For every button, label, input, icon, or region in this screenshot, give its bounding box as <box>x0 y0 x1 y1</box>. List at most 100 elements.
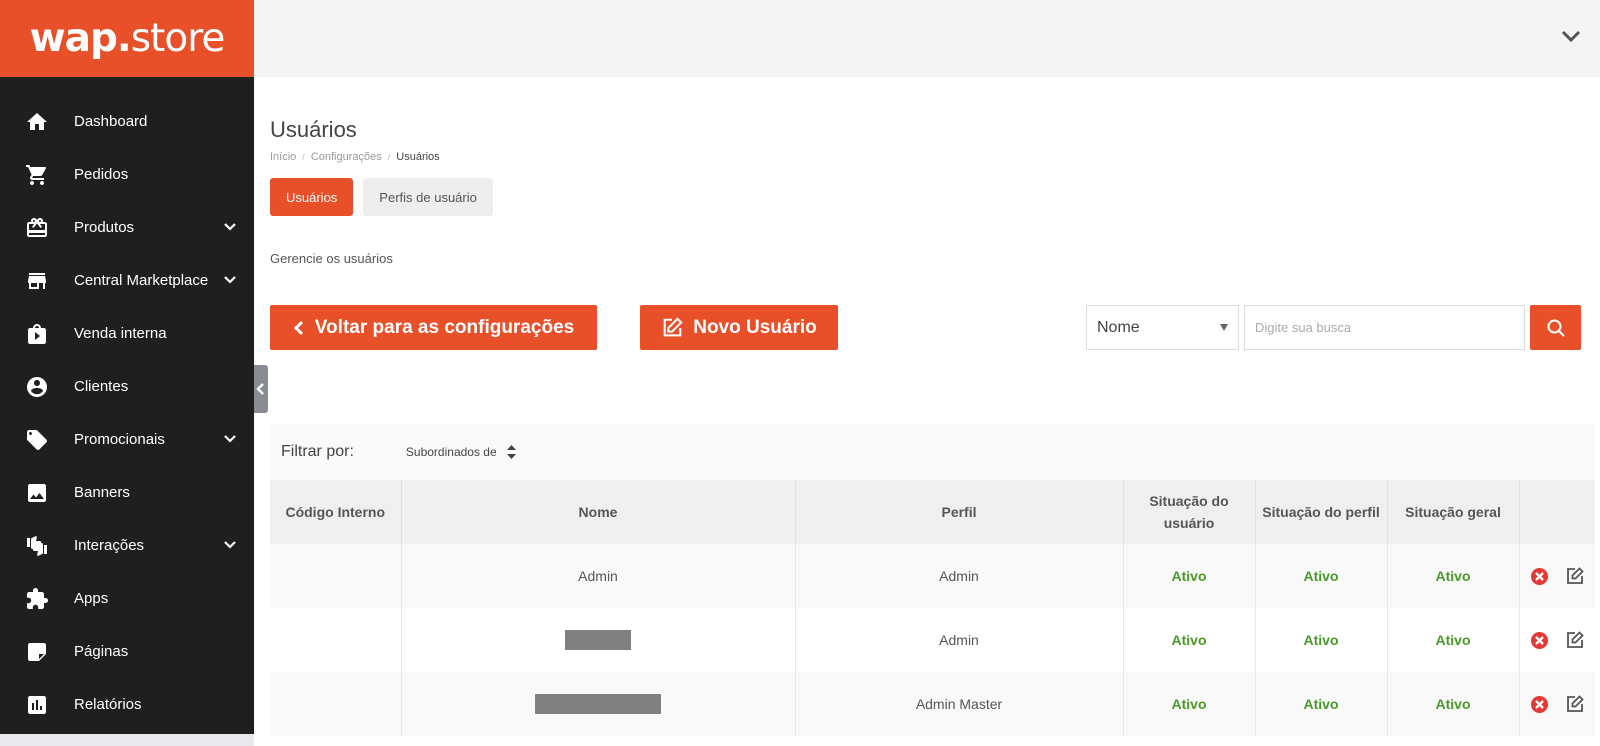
chevron-down-icon[interactable] <box>1560 28 1582 44</box>
back-to-settings-label: Voltar para as configurações <box>314 316 575 338</box>
search-field-selected: Nome <box>1097 318 1140 336</box>
chevron-left-icon <box>256 383 264 395</box>
cell-nome: Admin <box>401 544 796 608</box>
cell-situacao-usuario: Ativo <box>1123 672 1256 736</box>
back-to-settings-button[interactable]: Voltar para as configurações <box>270 305 597 350</box>
chevron-down-icon <box>222 219 238 235</box>
redacted-block <box>565 630 631 650</box>
page-icon <box>24 639 50 665</box>
filter-select[interactable]: Subordinados de <box>406 445 516 459</box>
cell-perfil: Admin Master <box>795 672 1124 736</box>
edit-icon[interactable] <box>1566 631 1584 649</box>
search-icon <box>1547 319 1565 337</box>
sidebar-nav: Dashboard Pedidos Produtos Central Marke… <box>0 77 254 731</box>
cell-situacao-perfil: Ativo <box>1255 544 1388 608</box>
sidebar: wap.store Dashboard Pedidos Produtos Cen… <box>0 0 254 746</box>
filter-bar: Filtrar por: Subordinados de <box>270 424 1595 480</box>
logo[interactable]: wap.store <box>30 16 226 61</box>
column-header-situacao-perfil[interactable]: Situação do perfil <box>1255 480 1388 544</box>
cell-situacao-geral: Ativo <box>1387 672 1520 736</box>
new-user-button[interactable]: Novo Usuário <box>640 305 838 350</box>
search-field-select[interactable]: Nome <box>1086 305 1239 350</box>
chevron-down-icon <box>222 272 238 288</box>
sidebar-item-label: Produtos <box>74 219 135 236</box>
page-subtitle: Gerencie os usuários <box>270 251 393 266</box>
delete-icon[interactable] <box>1530 695 1548 713</box>
sidebar-item-venda-interna[interactable]: Venda interna <box>0 307 254 360</box>
sidebar-item-promocionais[interactable]: Promocionais <box>0 413 254 466</box>
sidebar-item-central-marketplace[interactable]: Central Marketplace <box>0 254 254 307</box>
breadcrumb-link-configuracoes[interactable]: Configurações <box>311 151 382 163</box>
edit-icon[interactable] <box>1566 567 1584 585</box>
cart-icon <box>24 162 50 188</box>
table-row: Admin Master Ativo Ativo Ativo <box>270 672 1595 736</box>
cell-actions <box>1519 672 1595 736</box>
sidebar-item-apps[interactable]: Apps <box>0 572 254 625</box>
breadcrumb: Início / Configurações / Usuários <box>270 151 440 163</box>
cell-situacao-perfil: Ativo <box>1255 672 1388 736</box>
gift-box-icon <box>24 215 50 241</box>
top-bar <box>254 0 1600 77</box>
column-header-perfil[interactable]: Perfil <box>795 480 1124 544</box>
column-header-codigo[interactable]: Código Interno <box>270 480 402 544</box>
search-input[interactable] <box>1244 305 1525 350</box>
sidebar-item-label: Interações <box>74 537 145 554</box>
sidebar-item-banners[interactable]: Banners <box>0 466 254 519</box>
sidebar-item-relatorios[interactable]: Relatórios <box>0 678 254 731</box>
delete-icon[interactable] <box>1530 567 1548 585</box>
cell-situacao-geral: Ativo <box>1387 544 1520 608</box>
column-header-nome[interactable]: Nome <box>401 480 796 544</box>
sidebar-item-label: Central Marketplace <box>74 272 209 289</box>
filter-select-value: Subordinados de <box>405 445 497 459</box>
breadcrumb-link-inicio[interactable]: Início <box>270 151 296 163</box>
chart-icon <box>24 692 50 718</box>
edit-icon <box>663 316 683 336</box>
table-header-row: Código Interno Nome Perfil Situação do u… <box>270 480 1595 544</box>
chevron-down-icon <box>222 537 238 553</box>
cell-situacao-geral: Ativo <box>1387 608 1520 672</box>
tag-icon <box>24 427 50 453</box>
sidebar-item-label: Páginas <box>74 643 129 660</box>
sidebar-item-label: Clientes <box>74 378 129 395</box>
table-row: Admin Admin Ativo Ativo Ativo <box>270 544 1595 608</box>
storefront-icon <box>24 268 50 294</box>
cell-codigo <box>270 672 402 736</box>
sidebar-collapse-toggle[interactable] <box>254 365 268 413</box>
breadcrumb-current: Usuários <box>396 151 440 163</box>
sidebar-item-produtos[interactable]: Produtos <box>0 201 254 254</box>
column-header-situacao-usuario[interactable]: Situação do usuário <box>1123 480 1256 544</box>
cell-codigo <box>270 544 402 608</box>
sort-icon <box>506 445 516 459</box>
sidebar-item-label: Venda interna <box>74 325 167 342</box>
tab-perfis-de-usuario[interactable]: Perfis de usuário <box>363 178 493 216</box>
search-button[interactable] <box>1530 305 1581 350</box>
sidebar-item-clientes[interactable]: Clientes <box>0 360 254 413</box>
tab-usuarios[interactable]: Usuários <box>270 178 354 216</box>
sidebar-item-paginas[interactable]: Páginas <box>0 625 254 678</box>
sidebar-item-label: Apps <box>74 590 109 607</box>
sidebar-item-pedidos[interactable]: Pedidos <box>0 148 254 201</box>
sidebar-item-interacoes[interactable]: Interações <box>0 519 254 572</box>
caret-down-icon <box>1220 324 1228 331</box>
edit-icon[interactable] <box>1566 695 1584 713</box>
sidebar-item-label: Banners <box>74 484 130 501</box>
table-row: Admin Ativo Ativo Ativo <box>270 608 1595 672</box>
sidebar-next-item-partial <box>0 734 254 746</box>
cell-actions <box>1519 544 1595 608</box>
cell-actions <box>1519 608 1595 672</box>
filter-label: Filtrar por: <box>281 443 354 460</box>
breadcrumb-separator: / <box>302 152 305 162</box>
logo-bar: wap.store <box>0 0 254 77</box>
sidebar-item-label: Relatórios <box>74 696 142 713</box>
sidebar-item-dashboard[interactable]: Dashboard <box>0 95 254 148</box>
column-header-situacao-geral[interactable]: Situação geral <box>1387 480 1520 544</box>
home-icon <box>24 109 50 135</box>
delete-icon[interactable] <box>1530 631 1548 649</box>
page-title: Usuários <box>270 117 357 142</box>
sidebar-item-label: Promocionais <box>74 431 165 448</box>
sidebar-item-label: Dashboard <box>74 113 148 130</box>
chevron-down-icon <box>222 431 238 447</box>
new-user-label: Novo Usuário <box>693 316 817 338</box>
cell-situacao-usuario: Ativo <box>1123 544 1256 608</box>
redacted-block <box>535 694 661 714</box>
